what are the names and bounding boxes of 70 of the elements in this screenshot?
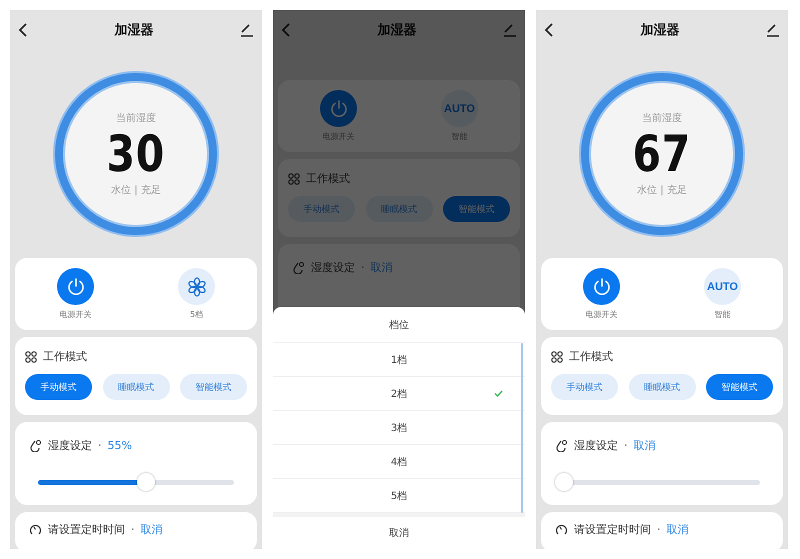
- section-title: 工作模式: [569, 349, 613, 364]
- screen-title: 加湿器: [640, 22, 680, 39]
- section-title: 湿度设定: [311, 260, 355, 275]
- dial-label: 当前湿度: [116, 112, 156, 125]
- water-drop-icon: [555, 439, 568, 452]
- separator-dot: ·: [624, 439, 628, 452]
- power-button[interactable]: [57, 268, 94, 305]
- mode-option[interactable]: 智能模式: [180, 374, 247, 400]
- screen-title: 加湿器: [378, 22, 416, 39]
- section-title: 湿度设定: [574, 438, 618, 453]
- edit-button[interactable]: [240, 23, 254, 37]
- back-button[interactable]: [18, 23, 28, 37]
- humidity-setting-value[interactable]: 55%: [108, 439, 132, 452]
- water-drop-icon: [292, 261, 305, 274]
- dial-label: 当前湿度: [642, 112, 682, 125]
- screen-title: 加湿器: [114, 22, 154, 39]
- grid-icon: [25, 350, 37, 362]
- timer-icon: [29, 523, 42, 536]
- auto-mode-button[interactable]: AUTO: [704, 268, 741, 305]
- section-title: 湿度设定: [48, 438, 92, 453]
- water-level-status: 水位 | 充足: [111, 184, 161, 197]
- humidity-setting-value[interactable]: 取消: [370, 260, 392, 275]
- timer-cancel-link[interactable]: 取消: [666, 522, 688, 537]
- water-drop-icon: [29, 439, 42, 452]
- timer-icon: [555, 523, 568, 536]
- mode-option[interactable]: 手动模式: [551, 374, 618, 400]
- section-title: 请设置定时时间: [574, 522, 651, 537]
- timer-cancel-link[interactable]: 取消: [140, 522, 162, 537]
- mode-option[interactable]: 睡眠模式: [628, 374, 696, 400]
- mode-option[interactable]: 睡眠模式: [366, 196, 432, 222]
- separator-dot: ·: [131, 523, 134, 536]
- pencil-icon: [240, 23, 254, 37]
- back-button[interactable]: [544, 23, 554, 37]
- section-title: 工作模式: [43, 349, 87, 364]
- power-icon: [328, 98, 348, 118]
- control-label: 电源开关: [586, 309, 618, 320]
- power-button[interactable]: [320, 90, 357, 127]
- auto-mode-button[interactable]: AUTO: [441, 90, 478, 127]
- water-level-status: 水位 | 充足: [637, 184, 687, 197]
- section-title: 请设置定时时间: [48, 522, 125, 537]
- separator-dot: ·: [361, 261, 364, 274]
- power-icon: [66, 276, 86, 296]
- slider-thumb[interactable]: [555, 472, 573, 490]
- power-icon: [592, 276, 612, 296]
- fan-icon: [186, 276, 206, 296]
- mode-option[interactable]: 手动模式: [288, 196, 355, 222]
- control-label: 5档: [190, 309, 204, 320]
- mode-option[interactable]: 睡眠模式: [102, 374, 170, 400]
- humidity-value: 30: [106, 125, 166, 183]
- mode-option[interactable]: 手动模式: [25, 374, 92, 400]
- edit-button[interactable]: [766, 23, 780, 37]
- power-button[interactable]: [583, 268, 620, 305]
- control-label: 智能: [714, 309, 730, 320]
- humidity-value: 67: [632, 125, 692, 183]
- back-icon: [544, 23, 554, 37]
- grid-icon: [551, 350, 563, 362]
- pencil-icon: [503, 23, 517, 37]
- slider-thumb[interactable]: [136, 472, 155, 490]
- fan-speed-button[interactable]: [178, 268, 215, 305]
- separator-dot: ·: [657, 523, 660, 536]
- back-icon: [18, 23, 28, 37]
- separator-dot: ·: [98, 439, 102, 452]
- mode-option[interactable]: 智能模式: [443, 196, 510, 222]
- pencil-icon: [766, 23, 780, 37]
- control-label: 电源开关: [60, 309, 92, 320]
- mode-option[interactable]: 智能模式: [706, 374, 773, 400]
- grid-icon: [288, 172, 300, 184]
- section-title: 工作模式: [306, 171, 350, 186]
- humidity-setting-value[interactable]: 取消: [634, 438, 656, 453]
- back-icon: [281, 23, 291, 37]
